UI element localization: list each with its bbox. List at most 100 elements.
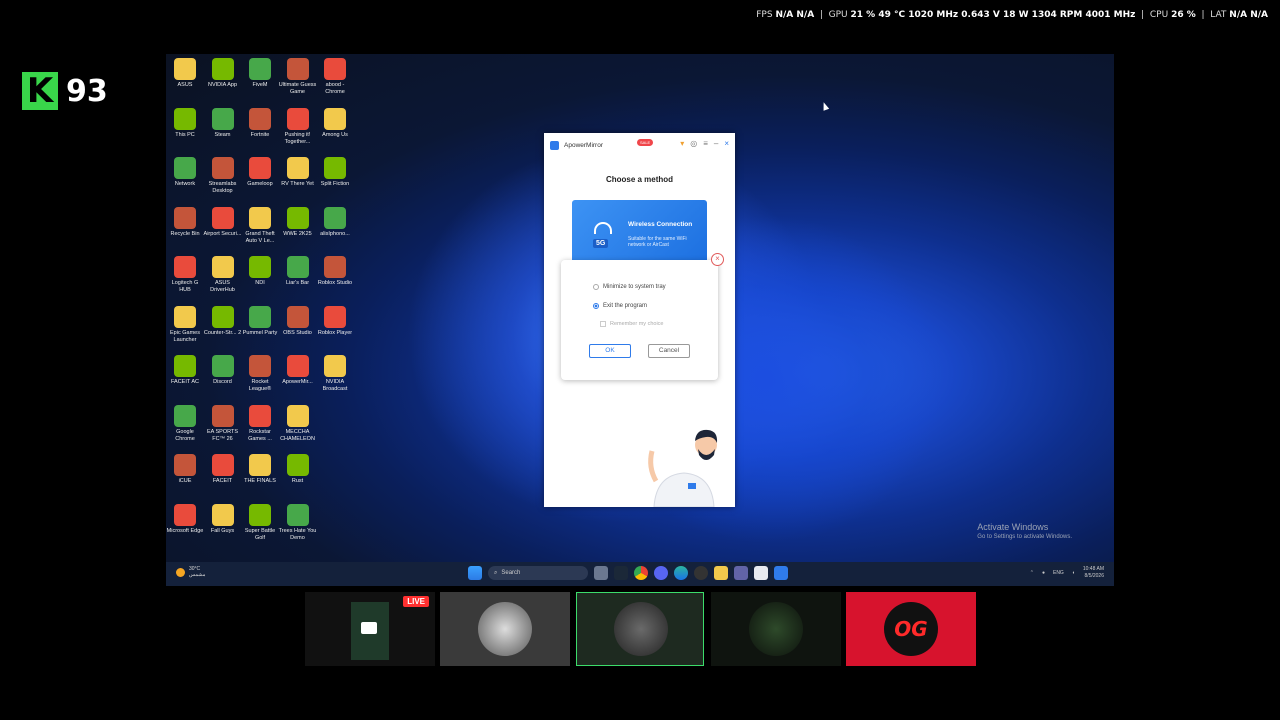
desktop-icon[interactable]: FiveM [241, 58, 279, 89]
steam-taskbar-icon[interactable] [614, 566, 628, 580]
cpu-value: 26 % [1171, 10, 1196, 20]
edge-taskbar-icon[interactable] [674, 566, 688, 580]
desktop-icon-label: Fall Guys [210, 527, 235, 534]
desktop-icon[interactable]: Fortnite [241, 107, 279, 139]
desktop-icon[interactable]: Discord [204, 355, 242, 386]
cart-icon[interactable]: ▾ [680, 140, 684, 148]
discord-taskbar-icon[interactable] [654, 566, 668, 580]
obs-taskbar-icon[interactable] [694, 566, 708, 580]
close-icon[interactable]: × [724, 140, 729, 148]
microphone-icon[interactable]: ● [1042, 570, 1045, 576]
thumbnail-screen[interactable]: LIVE [305, 592, 435, 666]
thumbnail-participant-1[interactable] [440, 592, 570, 666]
sale-badge[interactable]: SALE [637, 139, 654, 146]
desktop-icon[interactable]: NDI [241, 256, 279, 287]
desktop-icon[interactable]: Counter-Str... 2 [204, 305, 242, 337]
desktop-icon[interactable]: Network [166, 157, 204, 188]
desktop-icon[interactable]: WWE 2K25 [279, 206, 317, 238]
search-placeholder: Search [501, 570, 521, 576]
desktop-icon[interactable]: Roblox Player [316, 305, 354, 337]
start-icon[interactable] [468, 566, 482, 580]
app-icon [286, 355, 309, 377]
desktop-icon[interactable]: Roblox Studio [316, 256, 354, 287]
ok-button[interactable]: OK [589, 344, 631, 358]
desktop-icon[interactable]: ASUS DriverHub [204, 256, 242, 294]
desktop-icon[interactable]: Gameloop [241, 157, 279, 188]
volume-icon[interactable]: ◖ [1072, 570, 1075, 576]
desktop-icon-label: Trees Hate You Demo [278, 527, 317, 541]
desktop-icon[interactable]: Airport Securi... [204, 206, 242, 238]
wireless-connection-card[interactable]: 5G Wireless Connection Suitable for the … [572, 200, 707, 266]
desktop-icon[interactable]: abood - Chrome [316, 58, 354, 96]
desktop-icon[interactable]: Liar's Bar [279, 256, 317, 287]
desktop-icon[interactable]: This PC [166, 107, 204, 139]
desktop-icon[interactable]: Among Us [316, 107, 354, 139]
app-icon [324, 256, 346, 278]
dialog-close-icon[interactable]: × [711, 253, 724, 266]
desktop-icon[interactable]: Rocket League® [241, 355, 279, 393]
desktop-icon[interactable]: FACEIT [204, 454, 242, 485]
desktop-icon[interactable]: MECCHA CHAMELEON [279, 404, 317, 443]
desktop-icon[interactable]: FACEIT AC [166, 355, 204, 386]
task-view-icon[interactable] [594, 566, 608, 580]
app-icon [174, 454, 196, 476]
radio-exit[interactable] [593, 303, 599, 309]
desktop-icon[interactable]: Microsoft Edge [166, 503, 204, 535]
option-minimize[interactable]: Minimize to system tray [593, 284, 666, 290]
desktop-icon[interactable]: NVIDIA App [204, 58, 242, 89]
fps-label: FPS [756, 10, 773, 20]
desktop-icon[interactable]: Recycle Bin [166, 206, 204, 238]
language-indicator[interactable]: ENG [1053, 570, 1064, 576]
desktop-icon[interactable]: ApowerMir... [279, 355, 317, 386]
taskbar-search[interactable]: ⌕ Search [488, 566, 588, 580]
weather-widget[interactable]: 30°C مشمس [176, 566, 205, 578]
remember-choice[interactable]: Remember my choice [600, 321, 664, 327]
option-exit[interactable]: Exit the program [593, 303, 647, 309]
desktop-icon-label: THE FINALS [244, 478, 276, 484]
desktop-icon[interactable]: alisIphono... [316, 206, 354, 238]
desktop-icon[interactable]: Grand Theft Auto V Le... [241, 206, 279, 245]
desktop-icon[interactable]: Pummel Party [241, 305, 279, 337]
desktop-icon[interactable]: iCUE [166, 454, 204, 485]
desktop-icon[interactable]: Logitech G HUB [166, 256, 204, 294]
menu-icon[interactable]: ≡ [703, 140, 708, 148]
desktop-icon[interactable]: THE FINALS [241, 454, 279, 485]
desktop-icon[interactable]: Split Fiction [316, 157, 354, 188]
desktop-icon[interactable]: Pushing it! Together... [279, 107, 317, 146]
desktop-icon[interactable]: Fall Guys [204, 503, 242, 535]
desktop-icon[interactable]: Ultimate Guess Game [279, 58, 317, 96]
apowermirror-taskbar-icon[interactable] [774, 566, 788, 580]
desktop-icon[interactable]: Super Battle Golf [241, 503, 279, 542]
desktop-icon[interactable]: NVIDIA Broadcast [316, 355, 354, 393]
desktop-icon-label: alisIphono... [320, 230, 350, 237]
thumbnail-participant-3[interactable] [711, 592, 841, 666]
desktop-icon[interactable]: Rust [279, 454, 317, 485]
thumbnail-participant-2[interactable] [576, 592, 704, 666]
chrome-taskbar-icon[interactable] [634, 566, 648, 580]
store-taskbar-icon[interactable] [754, 566, 768, 580]
file-explorer-icon[interactable] [714, 566, 728, 580]
fps-values: N/A N/A [775, 10, 815, 20]
desktop-icon[interactable]: Streamlabs Desktop [204, 157, 242, 195]
minimize-icon[interactable]: – [714, 140, 718, 148]
desktop-icon[interactable]: Steam [204, 107, 242, 139]
desktop-icon[interactable]: Epic Games Launcher [166, 305, 204, 344]
radio-minimize[interactable] [593, 284, 599, 290]
desktop-icon-label: FACEIT [212, 478, 233, 484]
desktop-icon-label: EA SPORTS FC™ 26 [206, 428, 239, 442]
cancel-button[interactable]: Cancel [648, 344, 690, 358]
desktop-icon[interactable]: ASUS [166, 58, 204, 89]
clock[interactable]: 10:48 AM 8/5/2026 [1083, 566, 1104, 580]
teams-taskbar-icon[interactable] [734, 566, 748, 580]
remember-checkbox[interactable] [600, 321, 606, 327]
thumbnail-brand[interactable]: OG [846, 592, 976, 666]
desktop-icon[interactable]: RV There Yet [279, 157, 317, 188]
gpu-label: GPU [828, 10, 848, 20]
desktop-icon[interactable]: EA SPORTS FC™ 26 [204, 404, 242, 443]
chevron-up-icon[interactable]: ⌃ [1030, 570, 1034, 576]
user-icon[interactable]: ◎ [690, 140, 697, 148]
desktop-icon[interactable]: Google Chrome [166, 404, 204, 443]
desktop-icon[interactable]: Rockstar Games ... [241, 404, 279, 443]
desktop-icon[interactable]: Trees Hate You Demo [278, 503, 317, 542]
desktop-icon[interactable]: OBS Studio [279, 305, 317, 337]
